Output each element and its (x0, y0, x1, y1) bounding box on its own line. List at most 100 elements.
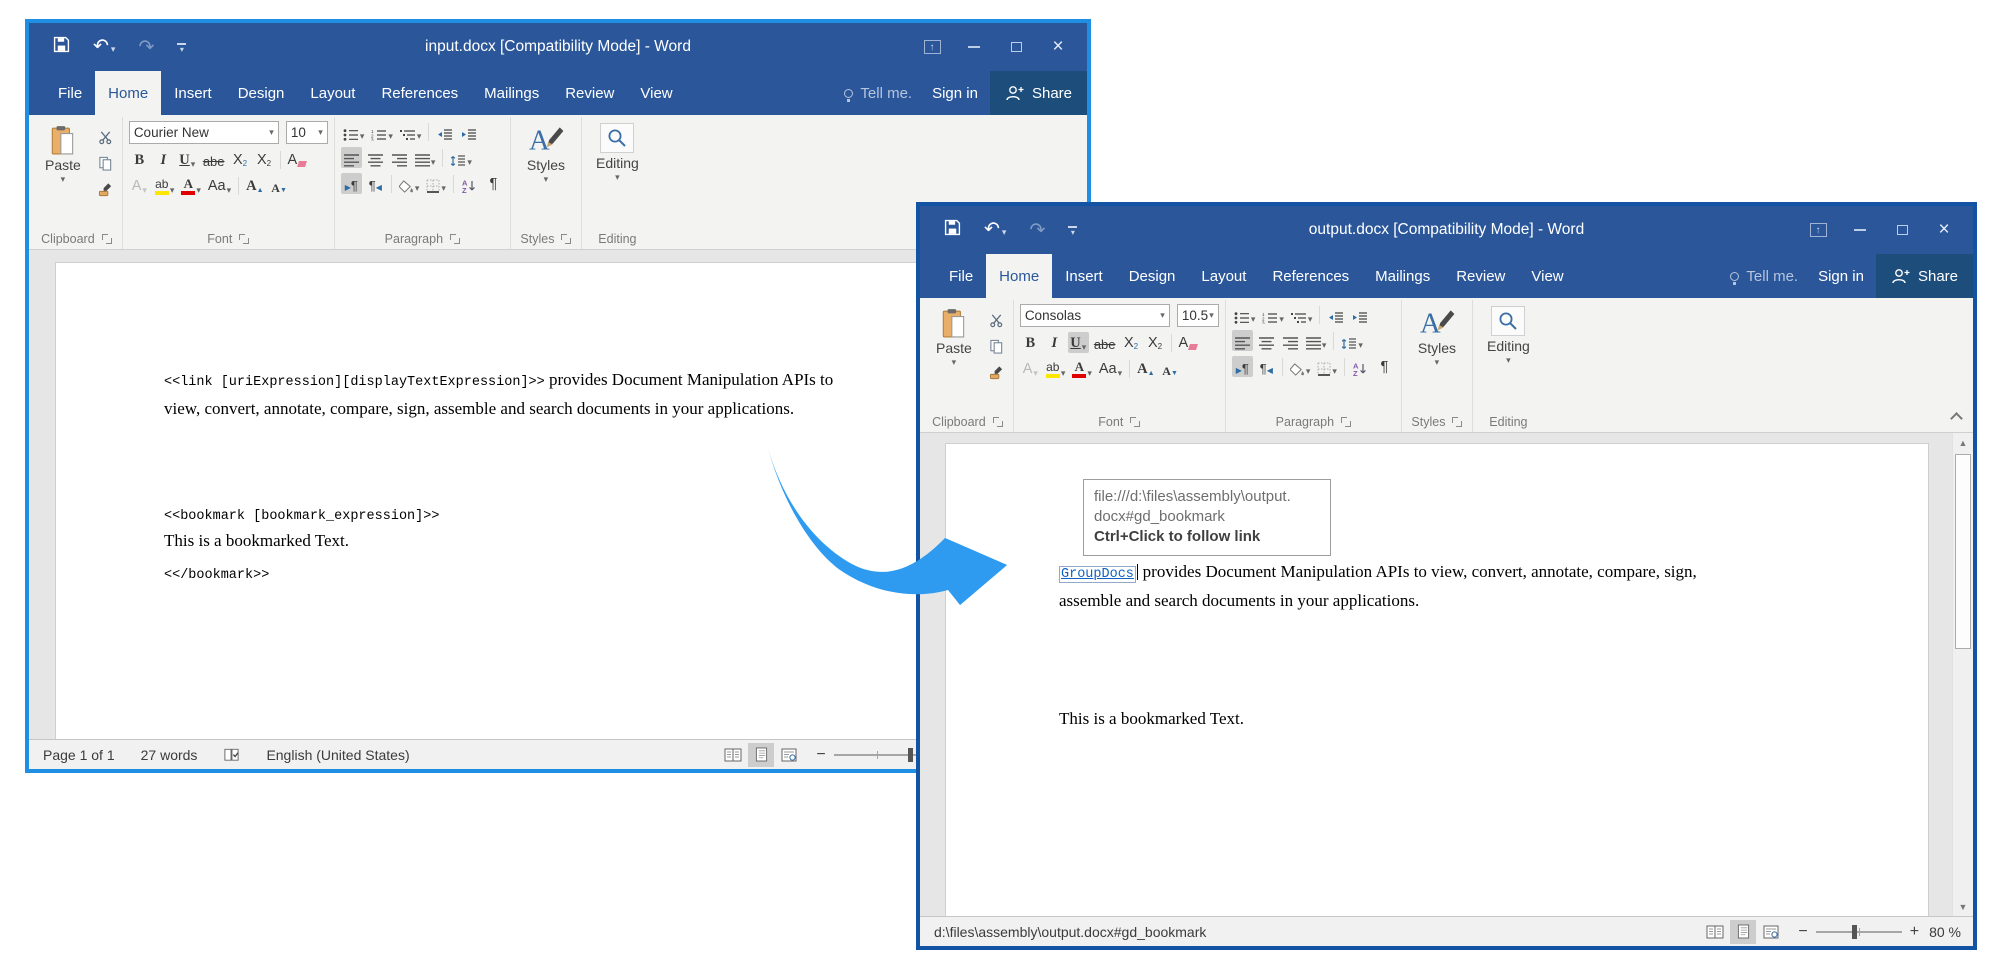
close-button[interactable]: × (1037, 32, 1079, 62)
clear-formatting-button[interactable]: A (1177, 332, 1200, 353)
zoom-slider-thumb[interactable] (1852, 925, 1857, 939)
maximize-button[interactable] (1881, 215, 1923, 245)
tab-mailings[interactable]: Mailings (1362, 254, 1443, 298)
align-left-button[interactable] (341, 147, 362, 168)
tab-file[interactable]: File (936, 254, 986, 298)
styles-dialog-launcher[interactable] (1452, 417, 1462, 427)
decrease-indent-button[interactable] (434, 121, 455, 142)
sort-button[interactable]: AZ (1350, 356, 1371, 377)
tab-references[interactable]: References (368, 71, 471, 115)
change-case-button[interactable]: Aa▾ (1097, 358, 1124, 379)
scroll-up-button[interactable]: ▲ (1953, 433, 1973, 452)
tell-me-box[interactable]: Tell me. (836, 71, 920, 115)
zoom-percentage[interactable]: 80 % (1929, 924, 1961, 940)
align-center-button[interactable] (365, 147, 386, 168)
strikethrough-button[interactable]: abe (201, 149, 227, 170)
line-spacing-button[interactable]: ▾ (448, 147, 474, 168)
strikethrough-button[interactable]: abe (1092, 332, 1118, 353)
numbering-button[interactable]: 123▾ (1260, 304, 1286, 325)
paste-button[interactable]: Paste▾ (928, 304, 980, 411)
align-right-button[interactable] (1280, 330, 1301, 351)
font-dialog-launcher[interactable] (1130, 417, 1140, 427)
styles-dialog-launcher[interactable] (561, 234, 571, 244)
clipboard-dialog-launcher[interactable] (993, 417, 1003, 427)
tab-home[interactable]: Home (986, 254, 1052, 298)
cut-button[interactable] (986, 308, 1007, 329)
copy-button[interactable] (986, 334, 1007, 355)
tab-view[interactable]: View (1518, 254, 1576, 298)
paragraph-dialog-launcher[interactable] (1341, 417, 1351, 427)
zoom-slider[interactable] (1816, 931, 1902, 933)
italic-button[interactable]: I (1044, 332, 1065, 353)
shrink-font-button[interactable]: A▼ (1160, 358, 1181, 379)
close-button[interactable]: × (1923, 215, 1965, 245)
tab-insert[interactable]: Insert (161, 71, 225, 115)
font-dialog-launcher[interactable] (239, 234, 249, 244)
tab-file[interactable]: File (45, 71, 95, 115)
tab-design[interactable]: Design (225, 71, 298, 115)
vertical-scrollbar[interactable]: ▲ ▼ (1952, 433, 1973, 916)
justify-button[interactable]: ▾ (1304, 330, 1329, 351)
format-painter-button[interactable] (95, 177, 116, 198)
collapse-ribbon-button[interactable] (1950, 412, 1963, 425)
undo-button[interactable]: ↶▾ (984, 220, 1006, 240)
paragraph-dialog-launcher[interactable] (450, 234, 460, 244)
text-effects-button[interactable]: A▾ (1020, 358, 1041, 379)
tab-review[interactable]: Review (1443, 254, 1518, 298)
share-button[interactable]: Share (990, 71, 1087, 115)
highlight-button[interactable]: ab▾ (1044, 358, 1068, 379)
tab-mailings[interactable]: Mailings (471, 71, 552, 115)
minimize-button[interactable] (953, 32, 995, 62)
bold-button[interactable]: B (129, 149, 150, 170)
print-layout-button[interactable] (1730, 920, 1756, 944)
editing-button[interactable]: Editing▾ (588, 121, 647, 228)
bold-button[interactable]: B (1020, 332, 1041, 353)
bullets-button[interactable]: ▾ (341, 121, 367, 142)
decrease-indent-button[interactable] (1325, 304, 1346, 325)
page-indicator[interactable]: Page 1 of 1 (43, 747, 115, 763)
numbering-button[interactable]: 123▾ (369, 121, 395, 142)
styles-button[interactable]: A Styles▾ (1408, 304, 1466, 411)
tab-design[interactable]: Design (1116, 254, 1189, 298)
align-right-button[interactable] (389, 147, 410, 168)
tab-insert[interactable]: Insert (1052, 254, 1116, 298)
change-case-button[interactable]: Aa▾ (206, 175, 233, 196)
font-size-combo[interactable]: 10▾ (286, 121, 328, 144)
subscript-button[interactable]: X2 (230, 149, 251, 170)
editing-button[interactable]: Editing▾ (1479, 304, 1538, 411)
increase-indent-button[interactable] (1349, 304, 1370, 325)
document-page[interactable]: file:///d:\files\assembly\output. docx#g… (945, 443, 1929, 916)
customize-qat-button[interactable]: ▾ (177, 43, 186, 52)
increase-indent-button[interactable] (458, 121, 479, 142)
italic-button[interactable]: I (153, 149, 174, 170)
underline-button[interactable]: U▾ (1068, 332, 1089, 353)
left-to-right-button[interactable]: ▶¶ (1232, 356, 1253, 377)
font-name-combo[interactable]: Courier New▾ (129, 121, 279, 144)
tab-references[interactable]: References (1259, 254, 1362, 298)
read-mode-button[interactable] (1702, 920, 1728, 944)
tab-layout[interactable]: Layout (1188, 254, 1259, 298)
maximize-button[interactable] (995, 32, 1037, 62)
zoom-out-button[interactable]: − (1798, 923, 1807, 941)
line-spacing-button[interactable]: ▾ (1339, 330, 1365, 351)
proofing-status-icon[interactable] (223, 747, 240, 763)
scrollbar-thumb[interactable] (1955, 454, 1971, 649)
grow-font-button[interactable]: A▲ (244, 175, 265, 196)
text-effects-button[interactable]: A▾ (129, 175, 150, 196)
minimize-button[interactable] (1839, 215, 1881, 245)
language-indicator[interactable]: English (United States) (266, 747, 409, 763)
format-painter-button[interactable] (986, 360, 1007, 381)
web-layout-button[interactable] (776, 743, 802, 767)
borders-button[interactable]: ▾ (424, 173, 448, 194)
left-to-right-button[interactable]: ▶¶ (341, 173, 362, 194)
right-to-left-button[interactable]: ¶◀ (1256, 356, 1277, 377)
highlight-button[interactable]: ab▾ (153, 175, 177, 196)
zoom-out-button[interactable]: − (816, 746, 825, 764)
tab-view[interactable]: View (627, 71, 685, 115)
sign-in-button[interactable]: Sign in (920, 71, 990, 115)
zoom-slider-thumb[interactable] (908, 748, 913, 762)
groupdocs-hyperlink[interactable]: GroupDocs (1059, 566, 1136, 583)
multilevel-list-button[interactable]: ▾ (1289, 304, 1315, 325)
tab-review[interactable]: Review (552, 71, 627, 115)
clear-formatting-button[interactable]: A (286, 149, 309, 170)
